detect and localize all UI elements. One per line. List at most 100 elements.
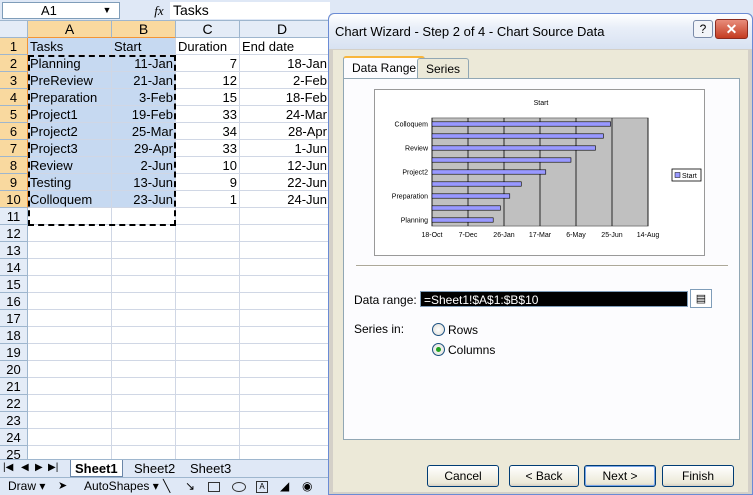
row-header[interactable]: 24 [0, 429, 28, 446]
sheet-tab-sheet2[interactable]: Sheet2 [130, 460, 179, 477]
cell-a22[interactable] [28, 395, 112, 412]
cell-b24[interactable] [112, 429, 176, 446]
cell-c10[interactable]: 1 [176, 191, 240, 208]
row-header[interactable]: 4 [0, 89, 28, 106]
cell-c3[interactable]: 12 [176, 72, 240, 89]
rectangle-tool-icon[interactable] [208, 482, 220, 492]
text-box-tool-icon[interactable]: A [256, 481, 268, 493]
row-header[interactable]: 23 [0, 412, 28, 429]
back-button[interactable]: < Back [509, 465, 579, 487]
autoshapes-menu-button[interactable]: AutoShapes ▾ [84, 478, 159, 495]
cell-d8[interactable]: 12-Jun [240, 157, 330, 174]
cell-d14[interactable] [240, 259, 330, 276]
select-objects-icon[interactable]: ➤ [58, 478, 67, 495]
cell-a17[interactable] [28, 310, 112, 327]
row-header[interactable]: 8 [0, 157, 28, 174]
cell-d4[interactable]: 18-Feb [240, 89, 330, 106]
cancel-button[interactable]: Cancel [427, 465, 499, 487]
select-all-corner[interactable] [0, 21, 28, 38]
cell-d7[interactable]: 1-Jun [240, 140, 330, 157]
cell-b16[interactable] [112, 293, 176, 310]
row-header[interactable]: 17 [0, 310, 28, 327]
cell-b12[interactable] [112, 225, 176, 242]
diagram-tool-icon[interactable]: ◉ [302, 478, 312, 495]
insert-function-icon[interactable]: fx [150, 2, 168, 19]
arrow-tool-icon[interactable]: ↘ [185, 478, 195, 495]
cell-c15[interactable] [176, 276, 240, 293]
cell-a19[interactable] [28, 344, 112, 361]
row-header[interactable]: 3 [0, 72, 28, 89]
collapse-dialog-icon[interactable]: ▤ [690, 289, 712, 308]
row-header[interactable]: 7 [0, 140, 28, 157]
row-header[interactable]: 25 [0, 446, 28, 459]
row-header[interactable]: 1 [0, 38, 28, 55]
cell-c25[interactable] [176, 446, 240, 459]
cell-c17[interactable] [176, 310, 240, 327]
cell-d10[interactable]: 24-Jun [240, 191, 330, 208]
cell-a18[interactable] [28, 327, 112, 344]
row-header[interactable]: 21 [0, 378, 28, 395]
first-sheet-icon[interactable]: |◀ [3, 462, 13, 473]
cell-d15[interactable] [240, 276, 330, 293]
cell-c22[interactable] [176, 395, 240, 412]
row-header[interactable]: 6 [0, 123, 28, 140]
tab-series[interactable]: Series [417, 58, 470, 80]
column-header-d[interactable]: D [240, 21, 330, 38]
row-header[interactable]: 15 [0, 276, 28, 293]
sheet-tab-sheet3[interactable]: Sheet3 [186, 460, 235, 477]
row-header[interactable]: 19 [0, 344, 28, 361]
cell-d5[interactable]: 24-Mar [240, 106, 330, 123]
cell-b13[interactable] [112, 242, 176, 259]
row-header[interactable]: 11 [0, 208, 28, 225]
cell-d3[interactable]: 2-Feb [240, 72, 330, 89]
cell-b18[interactable] [112, 327, 176, 344]
cell-b1[interactable]: Start [112, 38, 176, 55]
cell-d20[interactable] [240, 361, 330, 378]
name-box-dropdown-icon[interactable]: ▼ [97, 3, 117, 18]
cell-c23[interactable] [176, 412, 240, 429]
sheet-tab-sheet1[interactable]: Sheet1 [70, 460, 123, 477]
tab-data-range[interactable]: Data Range [343, 56, 426, 80]
cell-a13[interactable] [28, 242, 112, 259]
cell-d16[interactable] [240, 293, 330, 310]
row-header[interactable]: 20 [0, 361, 28, 378]
cell-a23[interactable] [28, 412, 112, 429]
cell-c16[interactable] [176, 293, 240, 310]
next-button[interactable]: Next > [584, 465, 656, 487]
cell-d18[interactable] [240, 327, 330, 344]
cell-d2[interactable]: 18-Jan [240, 55, 330, 72]
cell-d1[interactable]: End date [240, 38, 330, 55]
series-in-columns-label[interactable]: Columns [448, 343, 495, 357]
cell-a25[interactable] [28, 446, 112, 459]
row-header[interactable]: 18 [0, 327, 28, 344]
cell-c11[interactable] [176, 208, 240, 225]
cell-a1[interactable]: Tasks [28, 38, 112, 55]
wordart-tool-icon[interactable]: ◢ [280, 478, 289, 495]
formula-input[interactable]: Tasks [170, 2, 330, 19]
column-header-c[interactable]: C [176, 21, 240, 38]
cell-d13[interactable] [240, 242, 330, 259]
cell-d12[interactable] [240, 225, 330, 242]
cell-a15[interactable] [28, 276, 112, 293]
column-header-a[interactable]: A [28, 21, 112, 38]
cell-c13[interactable] [176, 242, 240, 259]
cell-d23[interactable] [240, 412, 330, 429]
row-header[interactable]: 10 [0, 191, 28, 208]
cell-b19[interactable] [112, 344, 176, 361]
cell-b21[interactable] [112, 378, 176, 395]
cell-d24[interactable] [240, 429, 330, 446]
cell-d25[interactable] [240, 446, 330, 459]
cell-d9[interactable]: 22-Jun [240, 174, 330, 191]
next-sheet-icon[interactable]: ▶ [35, 462, 43, 473]
row-header[interactable]: 14 [0, 259, 28, 276]
cell-a14[interactable] [28, 259, 112, 276]
row-header[interactable]: 2 [0, 55, 28, 72]
cell-c9[interactable]: 9 [176, 174, 240, 191]
cell-d11[interactable] [240, 208, 330, 225]
data-range-input[interactable]: =Sheet1!$A$1:$B$10 [420, 291, 688, 307]
oval-tool-icon[interactable] [232, 482, 246, 492]
cell-a24[interactable] [28, 429, 112, 446]
draw-menu-button[interactable]: Draw ▾ [8, 478, 45, 495]
row-header[interactable]: 5 [0, 106, 28, 123]
cell-c4[interactable]: 15 [176, 89, 240, 106]
